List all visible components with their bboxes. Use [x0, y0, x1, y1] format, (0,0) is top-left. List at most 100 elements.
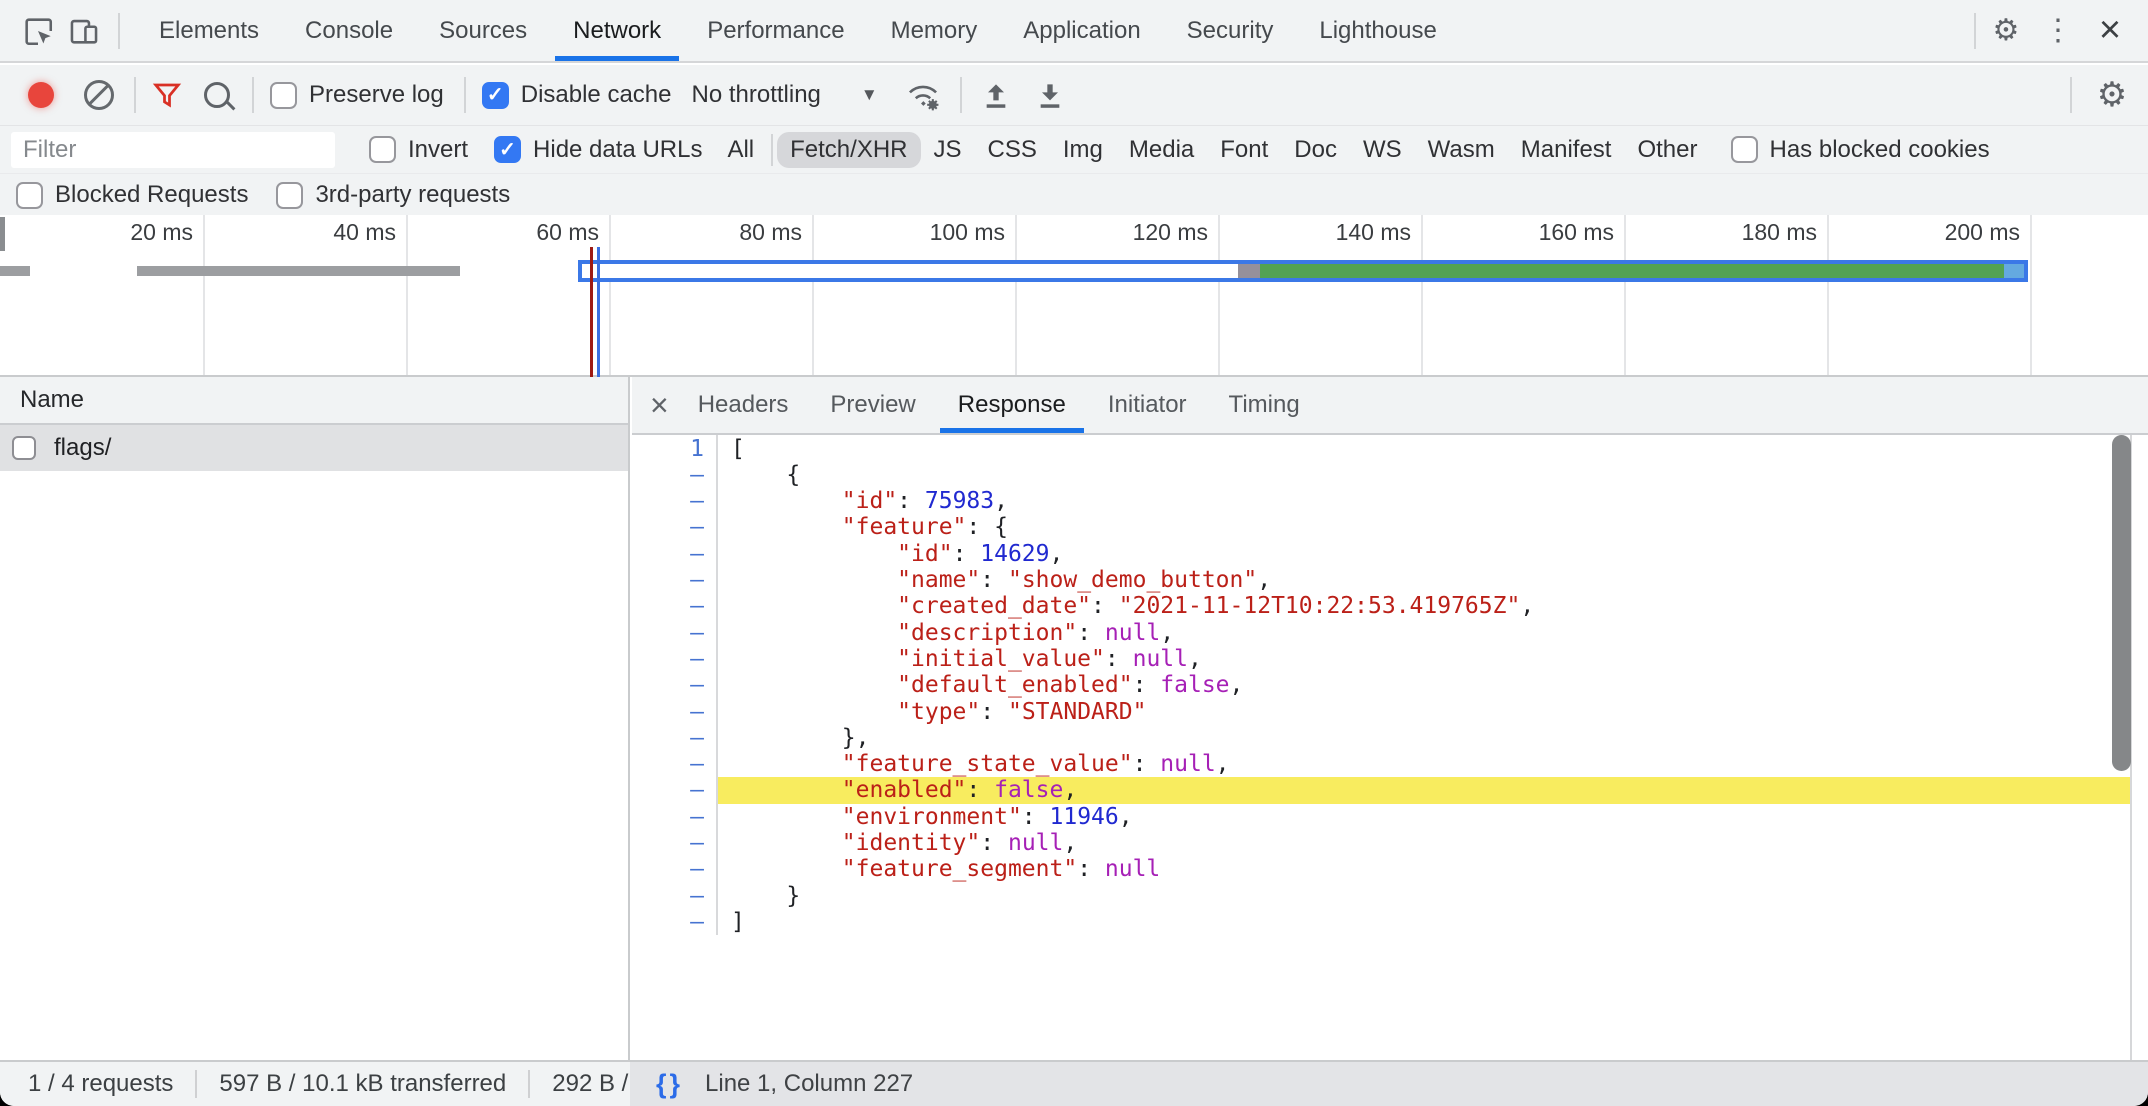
- tab-application[interactable]: Application: [1000, 0, 1163, 61]
- har-export-icon[interactable]: [980, 79, 1012, 111]
- has-blocked-cookies-checkbox[interactable]: [1731, 136, 1758, 163]
- request-row-checkbox[interactable]: [12, 436, 36, 460]
- type-chip-font[interactable]: Font: [1207, 132, 1281, 168]
- tab-security[interactable]: Security: [1164, 0, 1297, 61]
- type-chip-img[interactable]: Img: [1050, 132, 1116, 168]
- close-detail-icon[interactable]: ×: [650, 387, 669, 424]
- type-chip-media[interactable]: Media: [1116, 132, 1207, 168]
- tab-memory[interactable]: Memory: [868, 0, 1001, 61]
- detail-tab-initiator[interactable]: Initiator: [1087, 377, 1208, 433]
- fold-marker-icon[interactable]: –: [632, 645, 718, 672]
- clear-network-log-icon[interactable]: [84, 80, 114, 110]
- hide-data-urls-label: Hide data URLs: [533, 136, 702, 164]
- detail-tab-headers[interactable]: Headers: [677, 377, 810, 433]
- network-settings-gear-icon[interactable]: ⚙: [2090, 75, 2134, 115]
- timeline-zero-tick: [0, 217, 5, 251]
- hide-data-urls-checkbox[interactable]: [494, 136, 521, 163]
- code-text: }: [718, 882, 2148, 909]
- scrollbar-track[interactable]: [2130, 435, 2148, 1060]
- fold-marker-icon[interactable]: –: [632, 514, 718, 541]
- third-party-requests-checkbox[interactable]: [276, 182, 303, 209]
- summary-segment: 597 B / 10.1 kB transferred: [219, 1070, 506, 1098]
- name-column-header[interactable]: Name: [0, 377, 628, 425]
- invert-checkbox[interactable]: [369, 136, 396, 163]
- kebab-menu-icon[interactable]: ⋮: [2036, 13, 2080, 48]
- har-import-icon[interactable]: [1034, 79, 1066, 111]
- fold-marker-icon[interactable]: –: [632, 461, 718, 488]
- fold-marker-icon[interactable]: –: [632, 672, 718, 699]
- timeline-tick-label: 60 ms: [449, 219, 599, 249]
- request-row-flags[interactable]: flags/: [0, 425, 628, 471]
- timeline-gridline: [1827, 215, 1829, 375]
- type-chip-ws[interactable]: WS: [1350, 132, 1415, 168]
- timeline-gridline: [1015, 215, 1017, 375]
- settings-gear-icon[interactable]: ⚙: [1984, 13, 2028, 48]
- fold-marker-icon[interactable]: –: [632, 540, 718, 567]
- network-overview-timeline[interactable]: 20 ms40 ms60 ms80 ms100 ms120 ms140 ms16…: [0, 215, 2148, 377]
- network-summary-bar: 1 / 4 requests597 B / 10.1 kB transferre…: [0, 1060, 630, 1106]
- fold-marker-icon[interactable]: –: [632, 803, 718, 830]
- fold-marker-icon[interactable]: –: [632, 882, 718, 909]
- throttling-dropdown-arrow-icon[interactable]: ▼: [861, 85, 878, 105]
- record-network-log-icon[interactable]: [28, 82, 54, 108]
- fold-marker-icon[interactable]: –: [632, 856, 718, 883]
- timeline-tick-label: 20 ms: [43, 219, 193, 249]
- has-blocked-cookies-label: Has blocked cookies: [1770, 136, 1990, 164]
- response-source-viewer[interactable]: 1[– {– "id": 75983,– "feature": {– "id":…: [632, 435, 2148, 1060]
- filter-input[interactable]: [11, 132, 335, 168]
- summary-segment: 292 B / 2: [552, 1070, 630, 1098]
- tab-sources[interactable]: Sources: [416, 0, 550, 61]
- code-line: – "feature_segment": null: [632, 856, 2148, 883]
- overview-bar-segment: [1260, 264, 2004, 278]
- timeline-tick-label: 120 ms: [1058, 219, 1208, 249]
- fold-marker-icon[interactable]: –: [632, 593, 718, 620]
- inspect-element-icon[interactable]: [18, 11, 58, 51]
- fold-marker-icon[interactable]: –: [632, 567, 718, 594]
- preserve-log-checkbox[interactable]: [270, 82, 297, 109]
- disable-cache-checkbox[interactable]: [482, 82, 509, 109]
- close-devtools-icon[interactable]: ×: [2088, 9, 2132, 52]
- fold-marker-icon[interactable]: –: [632, 488, 718, 515]
- tab-performance[interactable]: Performance: [684, 0, 867, 61]
- fold-marker-icon[interactable]: –: [632, 777, 718, 804]
- detail-tab-preview[interactable]: Preview: [809, 377, 936, 433]
- fold-marker-icon[interactable]: –: [632, 830, 718, 857]
- fold-marker-icon[interactable]: –: [632, 619, 718, 646]
- device-toolbar-icon[interactable]: [64, 11, 104, 51]
- divider: [464, 77, 466, 113]
- timeline-gridline: [1624, 215, 1626, 375]
- scrollbar-thumb[interactable]: [2112, 435, 2131, 771]
- fold-marker-icon[interactable]: –: [632, 698, 718, 725]
- code-line: – "feature_state_value": null,: [632, 751, 2148, 778]
- fold-marker-icon[interactable]: –: [632, 724, 718, 751]
- overview-request-bar: [0, 266, 30, 276]
- type-chip-fetchxhr[interactable]: Fetch/XHR: [777, 132, 920, 168]
- overview-request-bar: [137, 266, 460, 276]
- fold-marker-icon[interactable]: –: [632, 908, 718, 935]
- type-chip-css[interactable]: CSS: [975, 132, 1050, 168]
- type-chip-all[interactable]: All: [714, 132, 767, 168]
- type-chip-wasm[interactable]: Wasm: [1415, 132, 1508, 168]
- timeline-tick-label: 180 ms: [1667, 219, 1817, 249]
- blocked-requests-checkbox[interactable]: [16, 182, 43, 209]
- disable-cache-label: Disable cache: [521, 81, 672, 109]
- type-chip-manifest[interactable]: Manifest: [1508, 132, 1625, 168]
- detail-tab-timing[interactable]: Timing: [1208, 377, 1321, 433]
- fold-marker-icon[interactable]: –: [632, 751, 718, 778]
- tab-lighthouse[interactable]: Lighthouse: [1296, 0, 1459, 61]
- detail-tab-response[interactable]: Response: [937, 377, 1087, 433]
- throttling-select[interactable]: No throttling: [691, 81, 820, 109]
- tab-network[interactable]: Network: [550, 0, 684, 61]
- type-chip-js[interactable]: JS: [921, 132, 975, 168]
- format-braces-icon[interactable]: {}: [656, 1069, 683, 1100]
- type-chip-doc[interactable]: Doc: [1281, 132, 1350, 168]
- type-chip-other[interactable]: Other: [1624, 132, 1710, 168]
- network-conditions-icon[interactable]: [904, 78, 942, 112]
- filter-funnel-icon[interactable]: [152, 80, 182, 110]
- code-text: "environment": 11946,: [718, 803, 2148, 830]
- tab-console[interactable]: Console: [282, 0, 416, 61]
- tab-elements[interactable]: Elements: [136, 0, 282, 61]
- search-icon[interactable]: [204, 82, 230, 108]
- code-text: "id": 75983,: [718, 488, 2148, 515]
- code-line: – "created_date": "2021-11-12T10:22:53.4…: [632, 593, 2148, 620]
